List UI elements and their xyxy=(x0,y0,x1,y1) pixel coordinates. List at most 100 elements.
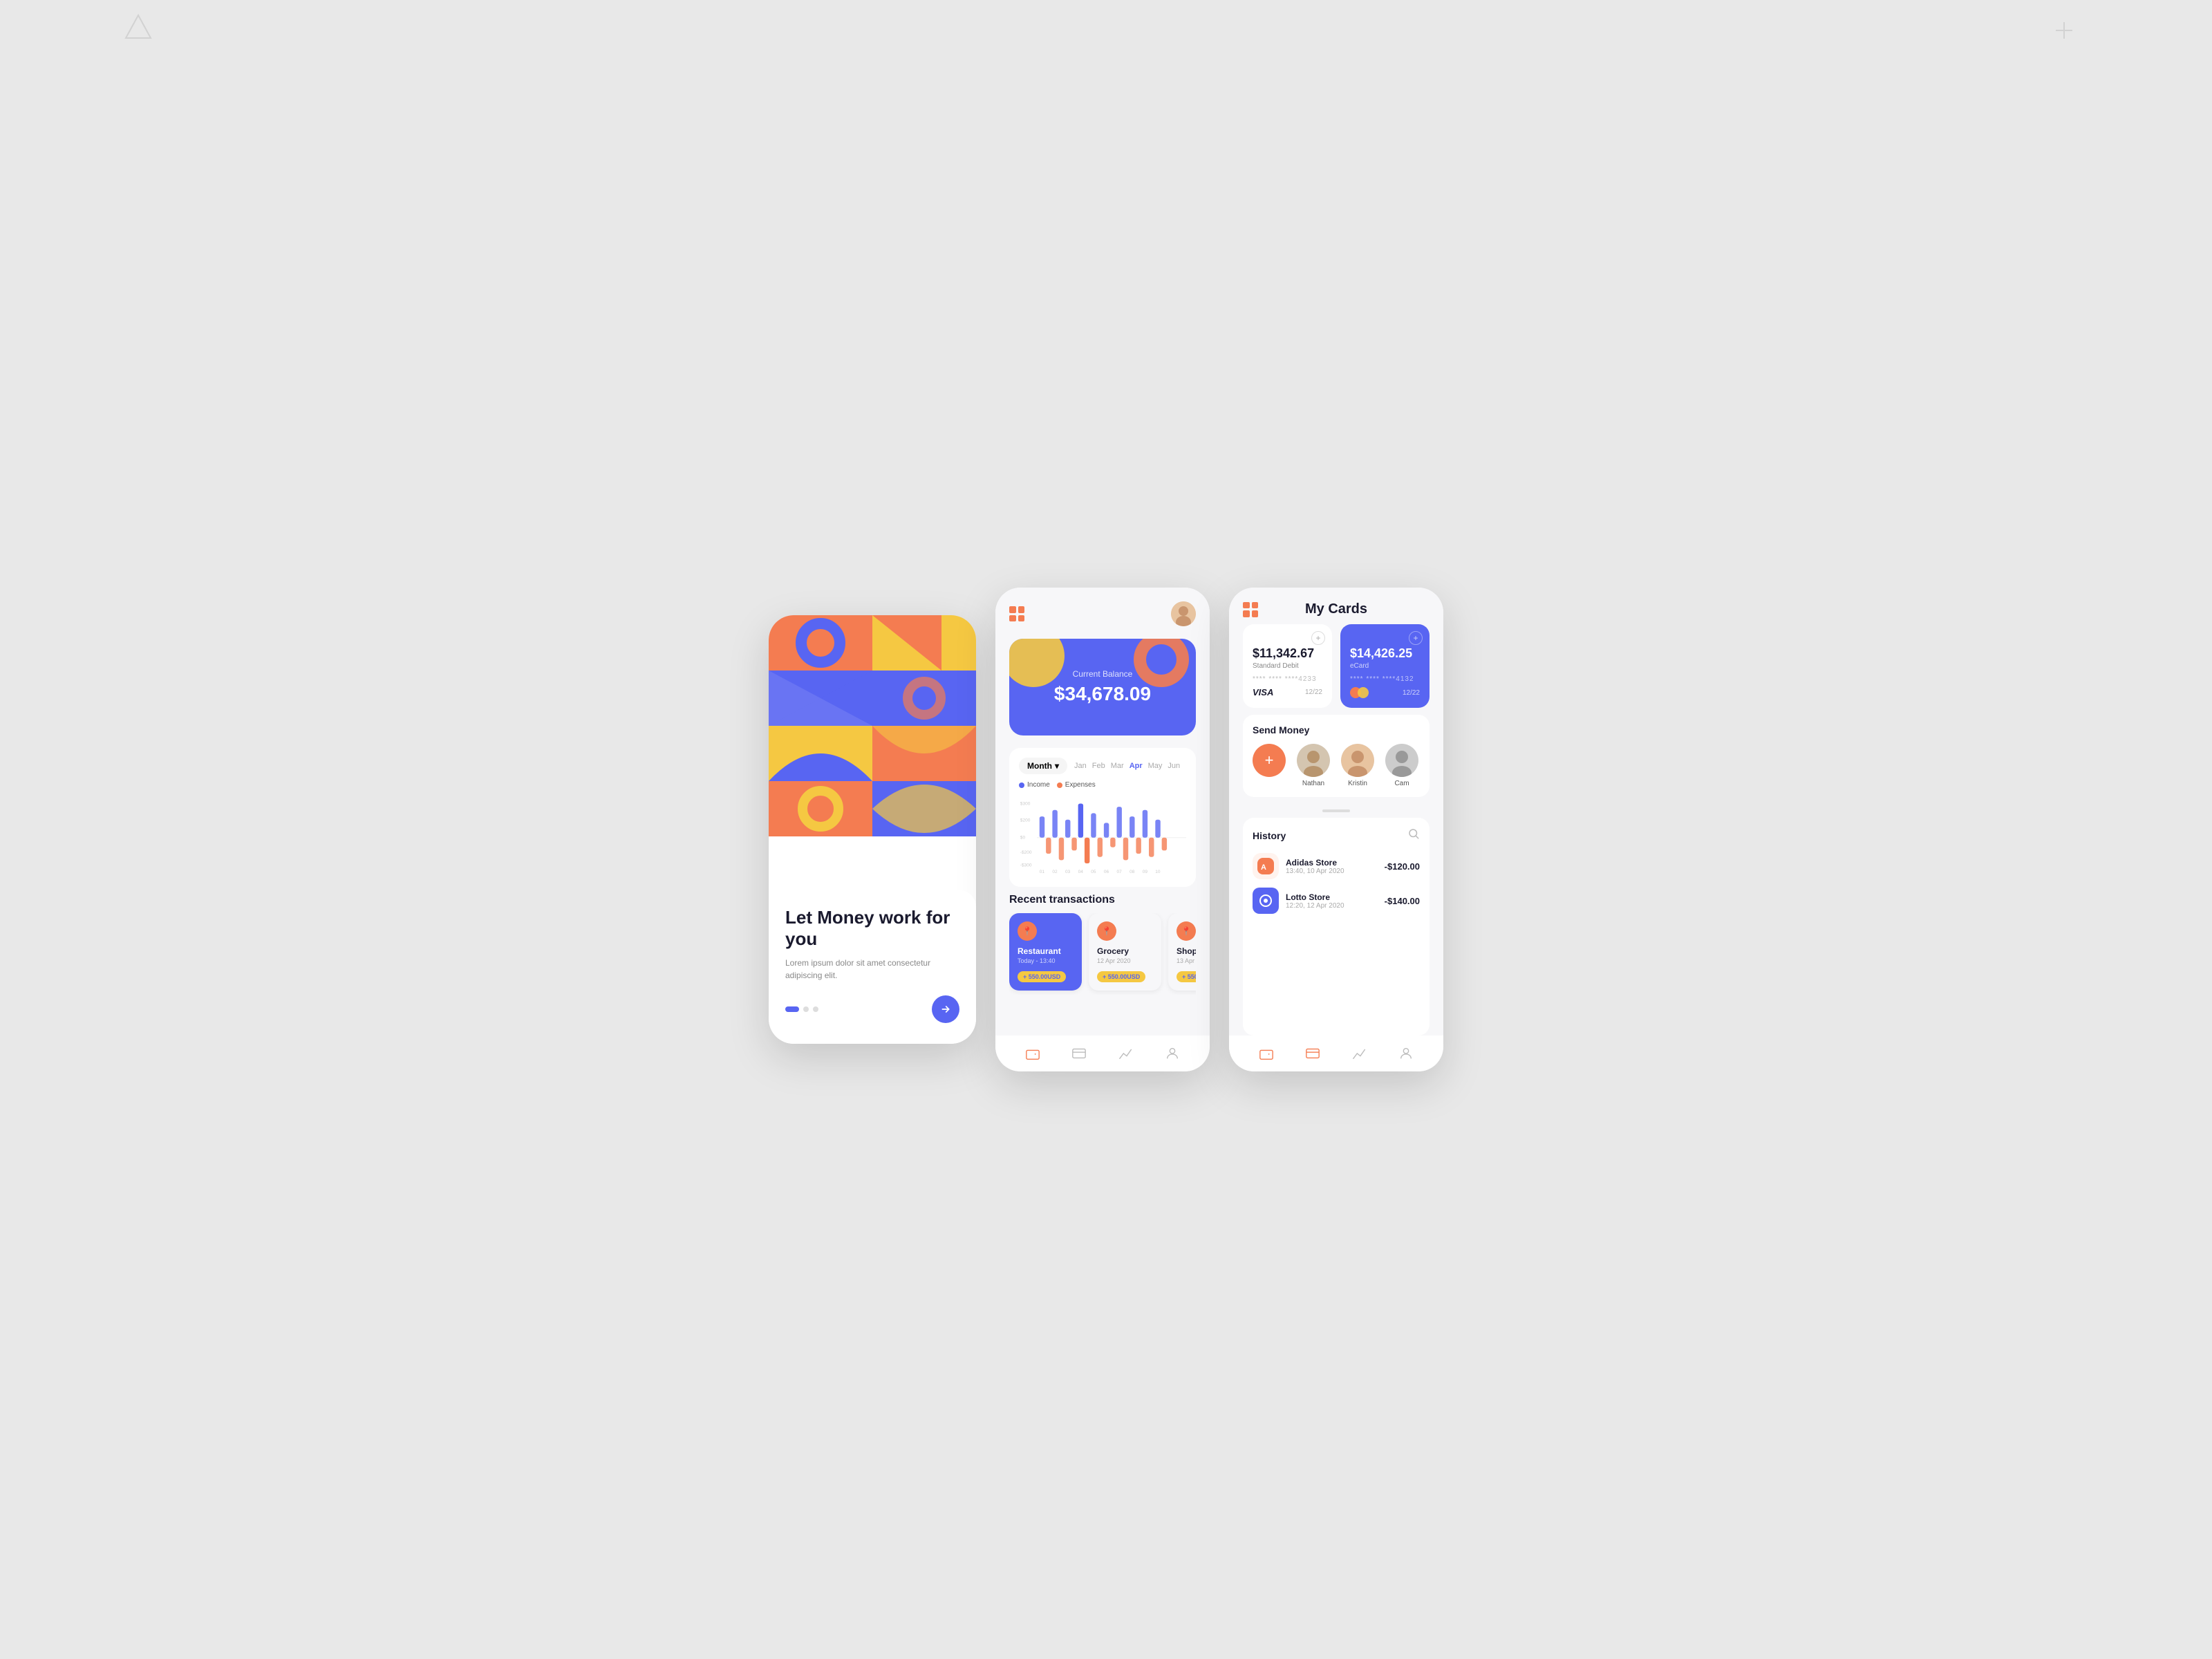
onboarding-screen: Let Money work for you Lorem ipsum dolor… xyxy=(769,615,976,1044)
dot-1 xyxy=(785,1006,799,1012)
income-legend: Income xyxy=(1019,781,1050,789)
ecard-expiry: 12/22 xyxy=(1403,689,1420,697)
tab-jun[interactable]: Jun xyxy=(1168,762,1180,770)
transactions-section: Recent transactions 📍 Restaurant Today -… xyxy=(1009,894,1196,995)
ecard[interactable]: + $14,426.25 eCard **** **** ****4132 12… xyxy=(1340,624,1430,708)
lotto-logo xyxy=(1253,888,1279,914)
month-tabs: Jan Feb Mar Apr May Jun xyxy=(1074,762,1186,770)
card-icon xyxy=(1071,1046,1087,1061)
nathan-avatar-image xyxy=(1297,744,1330,777)
trans-name-2: Grocery xyxy=(1097,946,1153,956)
transaction-item-grocery[interactable]: 📍 Grocery 12 Apr 2020 + 550.00USD xyxy=(1089,913,1161,991)
geo-cell-2 xyxy=(872,615,976,671)
ecard-number: **** **** ****4132 xyxy=(1350,675,1420,683)
kristin-avatar xyxy=(1341,744,1374,777)
income-label: Income xyxy=(1027,781,1050,789)
add-contact-button[interactable]: + xyxy=(1253,744,1286,777)
trans-name-3: Shopping xyxy=(1177,946,1196,956)
pagination-dots xyxy=(785,1006,818,1012)
debit-card[interactable]: + $11,342.67 Standard Debit **** **** **… xyxy=(1243,624,1332,708)
nav-cards-3[interactable] xyxy=(1304,1045,1321,1062)
page-title: My Cards xyxy=(1305,601,1367,617)
history-section: History A Adidas Store xyxy=(1243,818,1430,1035)
contact-kristin[interactable]: Kristin xyxy=(1341,744,1374,787)
onboarding-description: Lorem ipsum dolor sit amet consectetur a… xyxy=(785,957,959,982)
scroll-bar xyxy=(1322,809,1350,812)
nav-profile[interactable] xyxy=(1164,1045,1181,1062)
next-button[interactable] xyxy=(932,995,959,1023)
adidas-name: Adidas Store xyxy=(1286,858,1378,868)
deco-plus xyxy=(2054,21,2074,40)
nav-profile-3[interactable] xyxy=(1398,1045,1414,1062)
cards-menu-icon[interactable] xyxy=(1243,602,1258,617)
visa-logo: VISA xyxy=(1253,687,1273,697)
contact-nathan[interactable]: Nathan xyxy=(1297,744,1330,787)
history-title: History xyxy=(1253,830,1286,841)
svg-text:04: 04 xyxy=(1078,870,1084,874)
user-avatar[interactable] xyxy=(1171,601,1196,626)
svg-text:06: 06 xyxy=(1104,870,1109,874)
send-contacts-list: + Nathan xyxy=(1253,744,1420,787)
restaurant-icon: 📍 xyxy=(1018,921,1037,941)
chart-svg: $300 $200 $0 -$200 -$300 xyxy=(1019,794,1186,877)
person-icon xyxy=(1165,1046,1180,1061)
adidas-icon: A xyxy=(1253,853,1279,879)
nathan-name: Nathan xyxy=(1302,780,1324,787)
tab-feb[interactable]: Feb xyxy=(1092,762,1105,770)
menu-dot-3 xyxy=(1009,615,1016,622)
grocery-icon: 📍 xyxy=(1097,921,1116,941)
chevron-down-icon: ▾ xyxy=(1055,761,1059,771)
svg-text:A: A xyxy=(1261,863,1266,872)
tab-mar[interactable]: Mar xyxy=(1111,762,1124,770)
nav-cards[interactable] xyxy=(1071,1045,1087,1062)
month-filter[interactable]: Month ▾ xyxy=(1019,758,1067,774)
cam-avatar-image xyxy=(1385,744,1418,777)
tab-may[interactable]: May xyxy=(1148,762,1163,770)
chart-controls: Month ▾ Jan Feb Mar Apr May Jun xyxy=(1019,758,1186,774)
debit-card-type: Standard Debit xyxy=(1253,662,1322,670)
history-item-adidas[interactable]: A Adidas Store 13:40, 10 Apr 2020 -$120.… xyxy=(1253,853,1420,879)
svg-text:05: 05 xyxy=(1091,870,1096,874)
history-item-lotto[interactable]: Lotto Store 12:20, 12 Apr 2020 -$140.00 xyxy=(1253,888,1420,914)
wallet-icon-3 xyxy=(1259,1046,1274,1061)
svg-text:03: 03 xyxy=(1065,870,1071,874)
deco-triangle xyxy=(124,14,152,41)
contact-cam[interactable]: Cam xyxy=(1385,744,1418,787)
search-icon[interactable] xyxy=(1407,827,1420,843)
trans-amount-1: + 550.00USD xyxy=(1018,971,1066,982)
transaction-item-shopping[interactable]: 📍 Shopping 13 Apr 2020 + 550.00USD xyxy=(1168,913,1196,991)
nav-wallet-3[interactable] xyxy=(1258,1045,1275,1062)
menu-dot-2 xyxy=(1252,602,1259,609)
arrow-right-icon xyxy=(940,1004,951,1015)
lotto-name: Lotto Store xyxy=(1286,892,1378,902)
adidas-amount: -$120.00 xyxy=(1385,861,1420,872)
lotto-date: 12:20, 12 Apr 2020 xyxy=(1286,902,1378,910)
ecard-footer: 12/22 xyxy=(1350,687,1420,698)
nav-chart[interactable] xyxy=(1118,1045,1134,1062)
nathan-avatar xyxy=(1297,744,1330,777)
history-header: History xyxy=(1253,827,1420,843)
trans-date-2: 12 Apr 2020 xyxy=(1097,957,1153,964)
nav-wallet[interactable] xyxy=(1024,1045,1041,1062)
transaction-item-restaurant[interactable]: 📍 Restaurant Today - 13:40 + 550.00USD xyxy=(1009,913,1082,991)
trans-date-3: 13 Apr 2020 xyxy=(1177,957,1196,964)
bar-chart: $300 $200 $0 -$200 -$300 xyxy=(1019,794,1186,877)
onboarding-content: Let Money work for you Lorem ipsum dolor… xyxy=(769,890,976,1044)
svg-text:$0: $0 xyxy=(1020,836,1026,841)
add-card-button-1[interactable]: + xyxy=(1311,631,1325,645)
svg-text:$300: $300 xyxy=(1020,801,1031,806)
nav-chart-3[interactable] xyxy=(1351,1045,1368,1062)
scroll-indicator xyxy=(1229,804,1443,818)
tab-apr[interactable]: Apr xyxy=(1130,762,1143,770)
expenses-dot xyxy=(1057,782,1062,788)
adidas-info: Adidas Store 13:40, 10 Apr 2020 xyxy=(1286,858,1378,875)
chart-icon-3 xyxy=(1352,1046,1367,1061)
svg-text:$200: $200 xyxy=(1020,818,1031,823)
add-card-button-2[interactable]: + xyxy=(1409,631,1423,645)
menu-dot-4 xyxy=(1018,615,1025,622)
svg-text:02: 02 xyxy=(1052,870,1058,874)
ecard-amount: $14,426.25 xyxy=(1350,646,1420,661)
menu-icon[interactable] xyxy=(1009,606,1024,621)
tab-jan[interactable]: Jan xyxy=(1074,762,1087,770)
cards-screen: My Cards + $11,342.67 Standard Debit ***… xyxy=(1229,588,1443,1071)
